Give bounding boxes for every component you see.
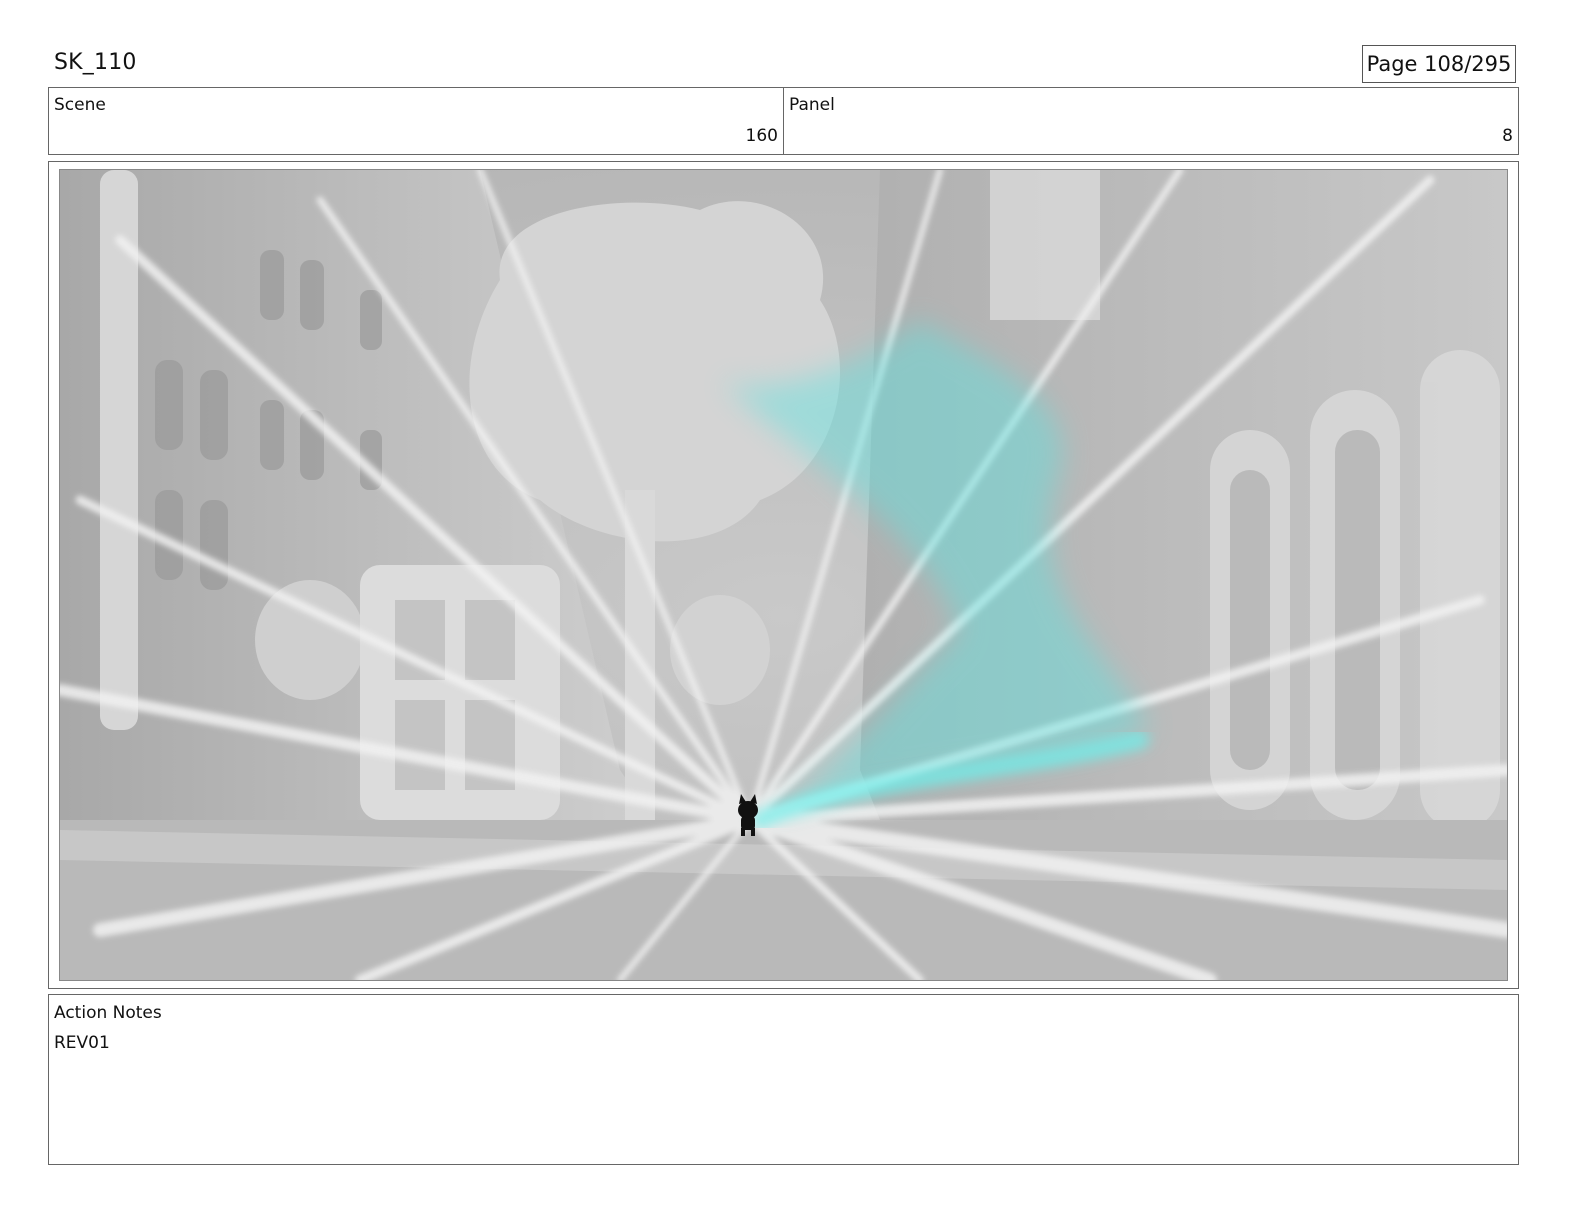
panel-number: 8: [1502, 126, 1513, 146]
street-scene-sketch: [60, 170, 1507, 980]
panel-label: Panel: [789, 95, 835, 115]
panel-cell: Panel 8: [784, 88, 1518, 154]
action-notes-box: Action Notes REV01: [48, 994, 1519, 1165]
scene-label: Scene: [54, 95, 106, 115]
storyboard-frame-image: [59, 169, 1508, 981]
action-notes-label: Action Notes: [54, 1003, 162, 1023]
scene-panel-row: Scene 160 Panel 8: [48, 87, 1519, 155]
page-number: Page 108/295: [1362, 45, 1516, 83]
sequence-title: SK_110: [54, 50, 137, 75]
scene-number: 160: [745, 126, 778, 146]
scene-cell: Scene 160: [49, 88, 784, 154]
action-notes-text: REV01: [54, 1033, 110, 1053]
